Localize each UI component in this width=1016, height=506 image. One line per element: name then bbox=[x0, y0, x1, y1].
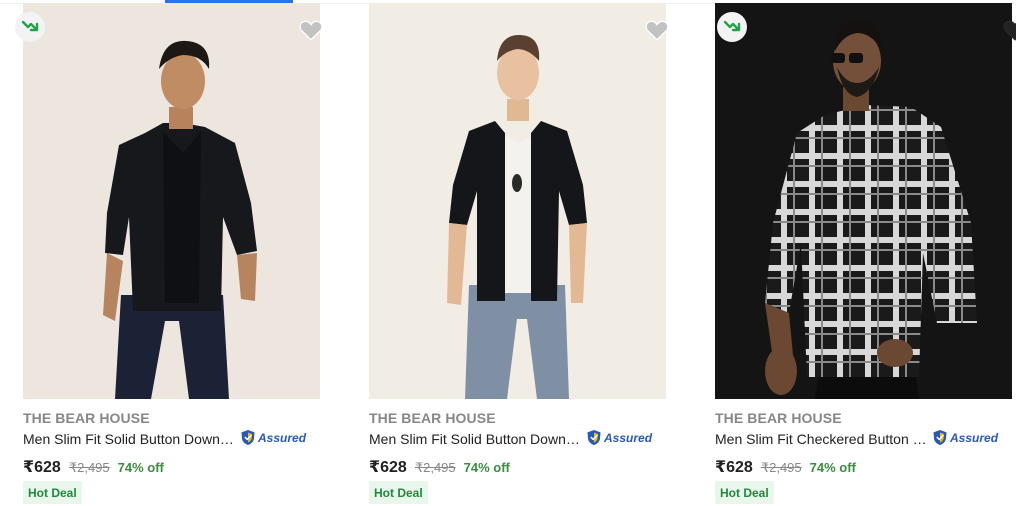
product-title[interactable]: Men Slim Fit Solid Button Down Collar Ca… bbox=[23, 431, 237, 447]
discount-percent: 74% off bbox=[463, 460, 510, 475]
original-price: ₹2,495 bbox=[68, 460, 110, 475]
assured-shield-icon bbox=[241, 430, 255, 445]
hot-deal-tag: Hot Deal bbox=[715, 481, 774, 504]
assured-badge: Assured bbox=[586, 429, 652, 446]
assured-shield-icon bbox=[587, 430, 601, 445]
assured-label: Assured bbox=[604, 430, 653, 445]
discount-percent: 74% off bbox=[117, 460, 164, 475]
trending-down-icon bbox=[723, 20, 741, 32]
assured-badge: Assured bbox=[240, 429, 306, 446]
heart-icon[interactable] bbox=[644, 17, 670, 43]
original-price: ₹2,495 bbox=[414, 460, 456, 475]
brand-name: THE BEAR HOUSE bbox=[23, 410, 150, 426]
assured-label: Assured bbox=[950, 430, 999, 445]
product-image[interactable] bbox=[369, 3, 666, 399]
product-image[interactable] bbox=[23, 3, 320, 399]
price-row: ₹628 ₹2,495 74% off bbox=[369, 457, 510, 477]
trending-down-badge bbox=[15, 12, 45, 42]
assured-badge: Assured bbox=[932, 429, 998, 446]
product-card[interactable]: THE BEAR HOUSE Men Slim Fit Solid Button… bbox=[369, 3, 669, 506]
selling-price: ₹628 bbox=[715, 459, 753, 476]
product-title[interactable]: Men Slim Fit Solid Button Down Collar Ca… bbox=[369, 431, 583, 447]
discount-percent: 74% off bbox=[809, 460, 856, 475]
heart-icon[interactable] bbox=[298, 17, 324, 43]
original-price: ₹2,495 bbox=[760, 460, 802, 475]
brand-name: THE BEAR HOUSE bbox=[715, 410, 842, 426]
product-title[interactable]: Men Slim Fit Checkered Button Down Colla… bbox=[715, 431, 929, 447]
product-card[interactable]: THE BEAR HOUSE Men Slim Fit Solid Button… bbox=[15, 3, 323, 506]
price-row: ₹628 ₹2,495 74% off bbox=[715, 457, 856, 477]
heart-icon[interactable] bbox=[1002, 17, 1016, 43]
product-image[interactable] bbox=[715, 3, 1012, 399]
assured-label: Assured bbox=[258, 430, 307, 445]
hot-deal-tag: Hot Deal bbox=[23, 481, 82, 504]
price-row: ₹628 ₹2,495 74% off bbox=[23, 457, 164, 477]
selling-price: ₹628 bbox=[23, 459, 61, 476]
product-card[interactable]: THE BEAR HOUSE Men Slim Fit Checkered Bu… bbox=[715, 3, 1016, 506]
trending-down-badge bbox=[717, 12, 747, 42]
selling-price: ₹628 bbox=[369, 459, 407, 476]
brand-name: THE BEAR HOUSE bbox=[369, 410, 496, 426]
hot-deal-tag: Hot Deal bbox=[369, 481, 428, 504]
assured-shield-icon bbox=[933, 430, 947, 445]
trending-down-icon bbox=[21, 20, 39, 32]
